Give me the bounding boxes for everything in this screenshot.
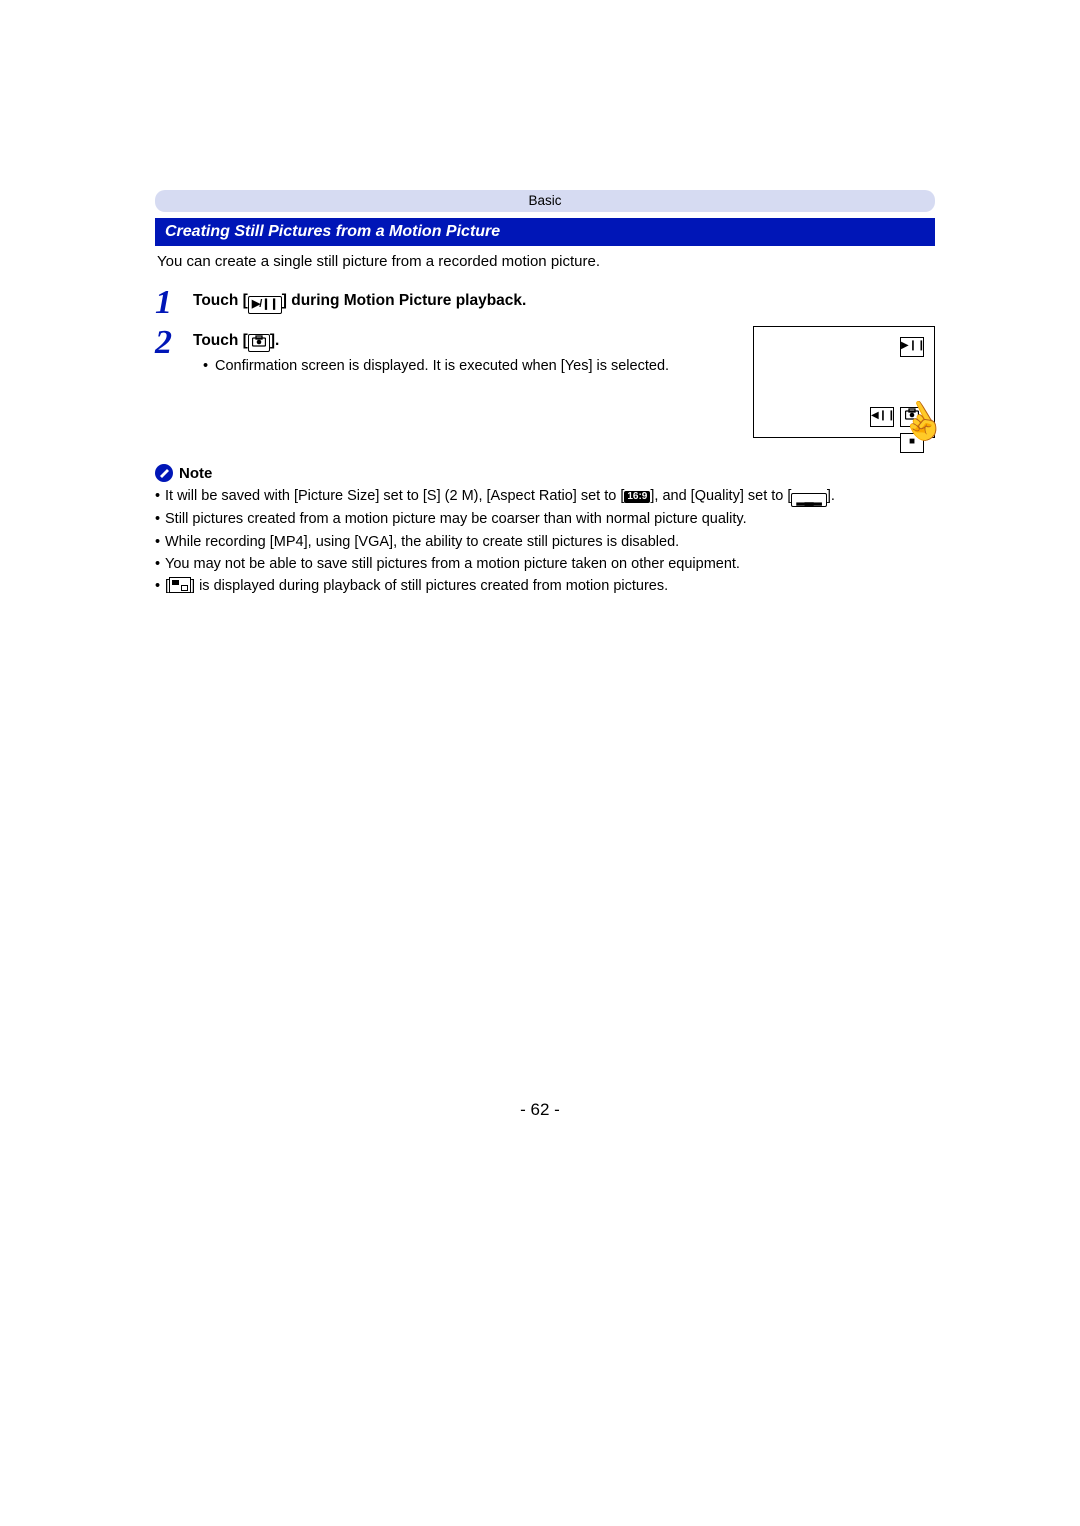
quality-standard-icon: ▂▂▂ bbox=[791, 493, 826, 507]
note-item: [] is displayed during playback of still… bbox=[165, 576, 935, 596]
step-1: 1 Touch [▶/❙❙] during Motion Picture pla… bbox=[155, 286, 935, 320]
note-icon bbox=[155, 464, 173, 482]
text: It will be saved with [Picture Size] set… bbox=[165, 488, 624, 504]
chapter-pill: Basic bbox=[155, 190, 935, 212]
text: Confirmation screen is displayed. It is … bbox=[215, 358, 669, 374]
camera-icon bbox=[248, 334, 270, 352]
note-item: While recording [MP4], using [VGA], the … bbox=[165, 532, 935, 552]
play-pause-icon: ▶❙❙ bbox=[900, 337, 924, 357]
motion-still-icon bbox=[169, 577, 191, 593]
text: ] is displayed during playback of still … bbox=[191, 578, 668, 594]
play-pause-icon: ▶/❙❙ bbox=[248, 296, 282, 314]
intro-text: You can create a single still picture fr… bbox=[157, 252, 933, 272]
step-2-sub: •Confirmation screen is displayed. It is… bbox=[203, 358, 733, 374]
note-label: Note bbox=[179, 465, 212, 482]
step-number: 2 bbox=[155, 326, 193, 360]
note-item: You may not be able to save still pictur… bbox=[165, 554, 935, 574]
playback-screen-illustration: ▶❙❙ ◀❙❙ ■ ☝ bbox=[753, 326, 935, 438]
text: ], and [Quality] set to [ bbox=[650, 488, 791, 504]
note-item: It will be saved with [Picture Size] set… bbox=[165, 486, 935, 507]
rewind-icon: ◀❙❙ bbox=[870, 407, 894, 427]
step-1-instruction: Touch [▶/❙❙] during Motion Picture playb… bbox=[193, 292, 526, 309]
text: ]. bbox=[270, 332, 279, 349]
step-number: 1 bbox=[155, 286, 193, 320]
note-header: Note bbox=[155, 464, 935, 482]
step-2-instruction: Touch [ ]. bbox=[193, 332, 279, 349]
note-item: Still pictures created from a motion pic… bbox=[165, 509, 935, 529]
manual-page: Basic Creating Still Pictures from a Mot… bbox=[155, 190, 935, 598]
aspect-ratio-badge: 16:9 bbox=[624, 491, 650, 503]
text: ] during Motion Picture playback. bbox=[282, 292, 527, 309]
page-number: - 62 - bbox=[0, 1100, 1080, 1120]
text: Touch [ bbox=[193, 292, 248, 309]
text: ]. bbox=[827, 488, 835, 504]
section-title: Creating Still Pictures from a Motion Pi… bbox=[155, 218, 935, 246]
text: Touch [ bbox=[193, 332, 248, 349]
note-list: • It will be saved with [Picture Size] s… bbox=[155, 486, 935, 596]
step-2: 2 Touch [ ]. •Confirmation screen is dis… bbox=[155, 326, 733, 376]
